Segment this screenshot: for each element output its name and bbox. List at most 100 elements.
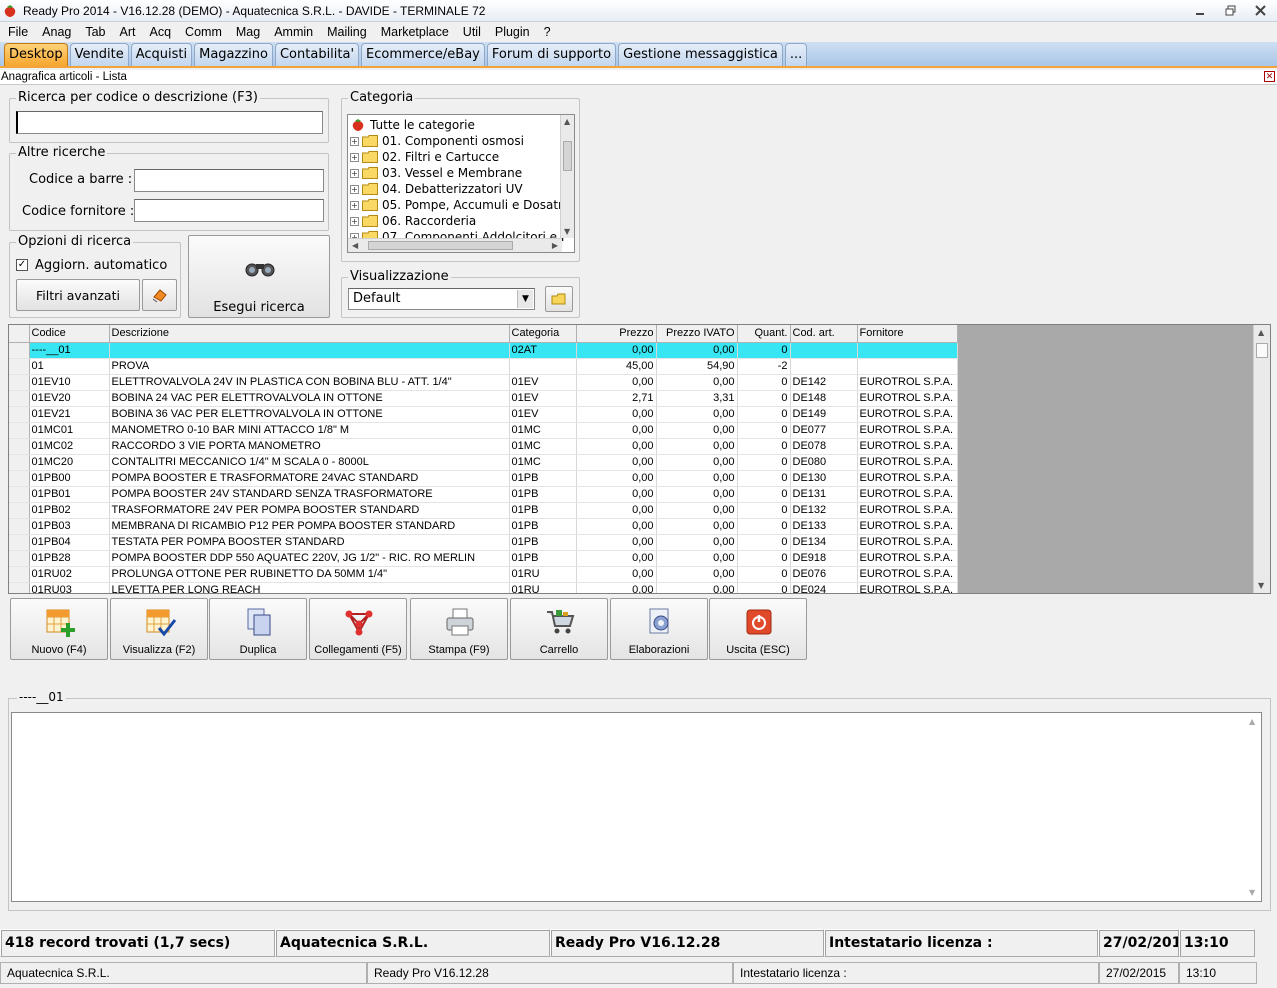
menu-item-help[interactable]: ?	[538, 25, 557, 39]
chevron-down-icon[interactable]: ▼	[517, 290, 533, 308]
row-indicator[interactable]	[9, 486, 30, 503]
articles-grid[interactable]: Codice Descrizione Categoria Prezzo Prezzo I…	[8, 324, 1271, 594]
duplica-button[interactable]: Duplica	[209, 598, 307, 660]
memo-scrollbar[interactable]: ▲ ▼	[1245, 713, 1261, 901]
tree-item-category[interactable]: +02. Filtri e Cartucce	[350, 149, 499, 165]
uscita-button[interactable]: Uscita (ESC)	[709, 598, 807, 660]
column-header-cod-art[interactable]: Cod. art.	[790, 325, 858, 343]
barcode-input[interactable]	[134, 169, 324, 192]
table-row[interactable]: 01MC02 RACCORDO 3 VIE PORTA MANOMETRO 01MC…	[9, 438, 958, 455]
table-row[interactable]: 01PB01 POMPA BOOSTER 24V STANDARD SENZA T…	[9, 486, 958, 503]
tree-item-all-categories[interactable]: Tutte le categorie	[350, 117, 475, 133]
menu-item-mag[interactable]: Mag	[230, 25, 266, 39]
menu-item-util[interactable]: Util	[457, 25, 487, 39]
menu-item-plugin[interactable]: Plugin	[489, 25, 536, 39]
menu-item-acq[interactable]: Acq	[144, 25, 178, 39]
tree-item-category[interactable]: +04. Debatterizzatori UV	[350, 181, 523, 197]
table-row[interactable]: 01MC01 MANOMETRO 0-10 BAR MINI ATTACCO 1/…	[9, 422, 958, 439]
column-header-prezzo-ivato[interactable]: Prezzo IVATO	[656, 325, 738, 343]
menu-item-comm[interactable]: Comm	[179, 25, 228, 39]
tree-vertical-scrollbar[interactable]: ▲ ▼	[560, 115, 574, 238]
tab-forum-di-supporto[interactable]: Forum di supporto	[486, 43, 617, 66]
row-indicator[interactable]	[9, 518, 30, 535]
table-row[interactable]: 01EV20 BOBINA 24 VAC PER ELETTROVALVOLA I…	[9, 390, 958, 407]
row-indicator[interactable]	[9, 406, 30, 423]
auto-update-checkbox[interactable]: ✓	[16, 259, 28, 271]
tab-vendite[interactable]: Vendite	[69, 43, 129, 66]
row-indicator[interactable]	[9, 374, 30, 391]
row-indicator[interactable]	[9, 390, 30, 407]
row-indicator[interactable]	[9, 438, 30, 455]
visualizza-button[interactable]: Visualizza (F2)	[110, 598, 208, 660]
expand-icon[interactable]: +	[350, 152, 359, 162]
table-row[interactable]: 01MC20 CONTALITRI MECCANICO 1/4" M SCALA …	[9, 454, 958, 471]
memo-textarea[interactable]	[11, 712, 1262, 902]
tab-acquisti[interactable]: Acquisti	[130, 43, 193, 66]
table-row[interactable]: ----__01 02AT 0,00 0,00 0	[9, 342, 958, 359]
expand-icon[interactable]: +	[350, 136, 359, 146]
menu-item-anag[interactable]: Anag	[36, 25, 77, 39]
tab-ecommerce-ebay[interactable]: Ecommerce/eBay	[361, 43, 485, 66]
menu-item-tab[interactable]: Tab	[79, 25, 111, 39]
supplier-code-input[interactable]	[134, 199, 324, 222]
row-indicator[interactable]	[9, 342, 30, 359]
column-header-fornitore[interactable]: Fornitore	[857, 325, 958, 343]
category-tree[interactable]: +07. Componenti Addolcitori e F +06. Racc…	[347, 114, 575, 253]
tab-desktop[interactable]: Desktop	[4, 43, 68, 66]
row-indicator[interactable]	[9, 470, 30, 487]
row-indicator[interactable]	[9, 422, 30, 439]
row-indicator[interactable]	[9, 566, 30, 583]
stampa-button[interactable]: Stampa (F9)	[410, 598, 508, 660]
table-row[interactable]: 01EV21 BOBINA 36 VAC PER ELETTROVALVOLA I…	[9, 406, 958, 423]
expand-icon[interactable]: +	[350, 216, 359, 226]
tab-gestione-messaggistica[interactable]: Gestione messaggistica	[618, 43, 783, 66]
tree-item-category[interactable]: +05. Pompe, Accumuli e Dosatri	[350, 197, 566, 213]
row-indicator[interactable]	[9, 454, 30, 471]
column-header-descrizione[interactable]: Descrizione	[109, 325, 510, 343]
close-list-icon[interactable]: ✕	[1264, 71, 1275, 82]
view-select[interactable]: Default ▼	[348, 288, 535, 310]
restore-button[interactable]	[1217, 2, 1243, 19]
search-input[interactable]	[16, 111, 323, 134]
table-row[interactable]: 01PB04 TESTATA PER POMPA BOOSTER STANDARD…	[9, 534, 958, 551]
nuovo-button[interactable]: Nuovo (F4)	[10, 598, 108, 660]
table-row[interactable]: 01PB28 POMPA BOOSTER DDP 550 AQUATEC 220V…	[9, 550, 958, 567]
elaborazioni-button[interactable]: Elaborazioni	[610, 598, 708, 660]
table-row[interactable]: 01 PROVA 45,00 54,90 -2	[9, 358, 958, 375]
column-header-prezzo[interactable]: Prezzo	[576, 325, 657, 343]
column-header-quant[interactable]: Quant.	[737, 325, 791, 343]
menu-item-file[interactable]: File	[2, 25, 34, 39]
expand-icon[interactable]: +	[350, 184, 359, 194]
advanced-filters-button[interactable]: Filtri avanzati	[16, 279, 140, 311]
table-row[interactable]: 01PB03 MEMBRANA DI RICAMBIO P12 PER POMPA…	[9, 518, 958, 535]
table-row[interactable]: 01EV10 ELETTROVALVOLA 24V IN PLASTICA CON…	[9, 374, 958, 391]
tree-item-category[interactable]: +01. Componenti osmosi	[350, 133, 524, 149]
grid-vertical-scrollbar[interactable]: ▲ ▼	[1253, 325, 1270, 593]
tab-contabilita[interactable]: Contabilita'	[274, 43, 360, 66]
tab-magazzino[interactable]: Magazzino	[194, 43, 273, 66]
collegamenti-button[interactable]: Collegamenti (F5)	[309, 598, 407, 660]
tree-horizontal-scrollbar[interactable]: ◀ ▶	[348, 238, 562, 252]
table-row[interactable]: 01PB00 POMPA BOOSTER E TRASFORMATORE 24VA…	[9, 470, 958, 487]
row-indicator[interactable]	[9, 550, 30, 567]
minimize-button[interactable]	[1187, 2, 1213, 19]
tab-more[interactable]: ...	[784, 43, 808, 66]
table-row[interactable]: 01RU02 PROLUNGA OTTONE PER RUBINETTO DA 5…	[9, 566, 958, 583]
tree-item-category[interactable]: +03. Vessel e Membrane	[350, 165, 522, 181]
expand-icon[interactable]: +	[350, 168, 359, 178]
expand-icon[interactable]: +	[350, 200, 359, 210]
open-view-button[interactable]	[545, 286, 573, 312]
column-header-categoria[interactable]: Categoria	[509, 325, 577, 343]
close-button[interactable]	[1247, 2, 1273, 19]
menu-item-art[interactable]: Art	[114, 25, 142, 39]
menu-item-mailing[interactable]: Mailing	[321, 25, 373, 39]
row-indicator[interactable]	[9, 582, 30, 593]
menu-item-marketplace[interactable]: Marketplace	[375, 25, 455, 39]
carrello-button[interactable]: Carrello	[510, 598, 608, 660]
clear-filters-button[interactable]	[142, 279, 177, 311]
table-row[interactable]: 01RU03 LEVETTA PER LONG REACH 01RU 0,00 0,00…	[9, 582, 958, 593]
column-header-codice[interactable]: Codice	[29, 325, 110, 343]
menu-item-ammin[interactable]: Ammin	[268, 25, 319, 39]
row-indicator[interactable]	[9, 358, 30, 375]
table-row[interactable]: 01PB02 TRASFORMATORE 24V PER POMPA BOOSTE…	[9, 502, 958, 519]
